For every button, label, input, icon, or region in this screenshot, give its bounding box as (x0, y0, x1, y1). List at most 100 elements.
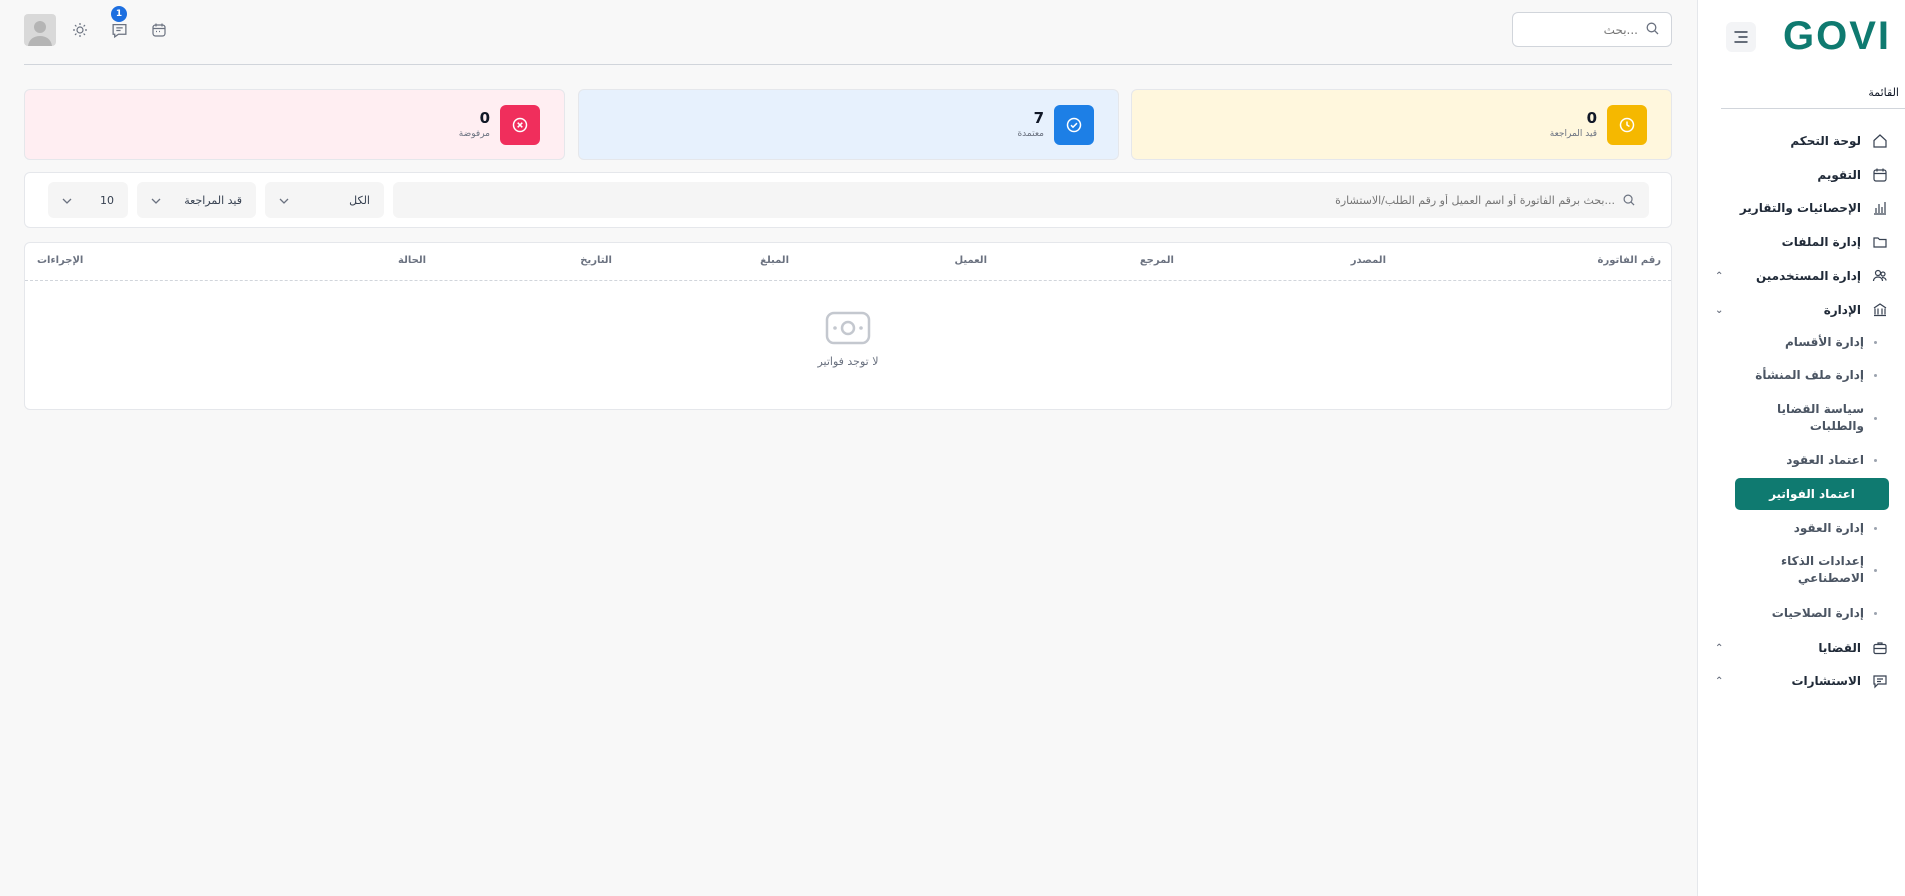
sidebar-item-label: إدارة الملفات (1781, 235, 1861, 249)
sub-item-invoices-approval[interactable]: اعتماد الفواتير (1735, 478, 1889, 510)
sidebar-item-calendar[interactable]: التقويم (1715, 164, 1889, 186)
sub-item-contracts-management[interactable]: إدارة العقود (1727, 520, 1877, 537)
stat-value: 0 (1586, 108, 1597, 127)
stat-label: معتمدة (1017, 128, 1044, 139)
sub-item-permissions[interactable]: إدارة الصلاحيات (1727, 605, 1877, 622)
column-header[interactable]: المصدر (1351, 255, 1386, 266)
page-size-select[interactable]: 10 (48, 182, 128, 218)
calendar-icon (1871, 166, 1889, 184)
status-filter-select[interactable]: قيد المراجعة (137, 182, 256, 218)
table-header: رقم الفاتورة المصدر المرجع العميل المبلغ… (25, 243, 1671, 281)
menu-heading: القائمة (1868, 86, 1899, 99)
bullet-dot (1874, 568, 1877, 572)
menu-collapse-icon (1734, 31, 1748, 43)
stat-label: قيد المراجعة (1549, 128, 1597, 139)
sub-item-label: اعتماد العقود (1786, 453, 1864, 467)
type-filter-select[interactable]: الكل (265, 182, 384, 218)
briefcase-icon (1871, 639, 1889, 657)
column-header[interactable]: التاريخ (580, 255, 612, 266)
sun-icon (73, 23, 87, 37)
notifications-button[interactable] (109, 20, 129, 40)
users-icon (1871, 267, 1889, 285)
stat-value: 7 (1033, 108, 1044, 127)
column-header[interactable]: المرجع (1140, 255, 1174, 266)
column-header[interactable]: العميل (954, 255, 987, 266)
sub-item-departments[interactable]: إدارة الأقسام (1727, 334, 1877, 351)
invoices-table: رقم الفاتورة المصدر المرجع العميل المبلغ… (24, 242, 1672, 410)
calendar-button[interactable] (149, 20, 169, 40)
empty-state: لا توجد فواتير (25, 311, 1671, 368)
sub-item-cases-policy[interactable]: سياسة القضايا والطلبات (1767, 401, 1877, 435)
sidebar-item-consultations[interactable]: الاستشارات ⌃ (1715, 670, 1889, 692)
search-icon (1646, 20, 1659, 39)
bullet-dot (1874, 527, 1877, 530)
sidebar-item-label: الإحصائيات والتقارير (1739, 201, 1861, 215)
sidebar-collapse-button[interactable] (1726, 22, 1756, 52)
sidebar: GOVI القائمة لوحة التحكم التقويم الإحصائ… (1697, 0, 1905, 896)
column-header[interactable]: الحالة (398, 255, 426, 266)
header-search-input[interactable] (1528, 22, 1638, 37)
sub-item-establishment-profile[interactable]: إدارة ملف المنشأة (1727, 367, 1877, 384)
sidebar-item-cases[interactable]: القضايا ⌃ (1715, 637, 1889, 659)
user-avatar-icon (28, 21, 52, 46)
theme-toggle-button[interactable] (70, 20, 90, 40)
chevron-up-icon: ⌃ (1715, 270, 1724, 282)
chevron-down-icon (62, 194, 72, 207)
stat-label: مرفوضة (458, 128, 490, 139)
filter-bar: الكل قيد المراجعة 10 (24, 172, 1672, 228)
folder-icon (1871, 233, 1889, 251)
govi-logo[interactable]: GOVI (1783, 14, 1891, 59)
sub-item-ai-settings[interactable]: إعدادات الذكاء الاصطناعي (1777, 553, 1877, 587)
invoice-search[interactable] (393, 182, 1649, 218)
empty-message: لا توجد فواتير (817, 355, 879, 368)
header-search[interactable] (1512, 12, 1672, 47)
invoice-search-input[interactable] (407, 193, 1615, 207)
select-value: قيد المراجعة (184, 193, 242, 207)
banknote-icon (825, 311, 871, 345)
column-header: الإجراءات (37, 255, 84, 266)
sidebar-item-statistics[interactable]: الإحصائيات والتقارير (1715, 197, 1889, 219)
stat-card-rejected: 0 مرفوضة (24, 89, 565, 160)
sub-item-label: إدارة الصلاحيات (1771, 606, 1864, 620)
stat-card-approved: 7 معتمدة (578, 89, 1119, 160)
select-value: 10 (100, 193, 114, 207)
search-icon (1623, 191, 1635, 210)
chat-icon (1871, 672, 1889, 690)
notification-badge: 1 (111, 6, 127, 22)
sub-item-label: سياسة القضايا والطلبات (1776, 402, 1864, 433)
sub-item-label: إدارة العقود (1793, 521, 1864, 535)
sub-item-label: إدارة ملف المنشأة (1755, 368, 1864, 382)
menu-divider (1721, 108, 1905, 109)
calendar-icon (152, 23, 166, 37)
sidebar-item-label: القضايا (1818, 641, 1861, 655)
sidebar-item-users[interactable]: إدارة المستخدمين ⌃ (1715, 265, 1889, 287)
bullet-dot (1874, 416, 1877, 420)
chevron-down-icon: ⌄ (1715, 304, 1724, 316)
bullet-dot (1874, 374, 1877, 377)
sidebar-item-label: إدارة المستخدمين (1755, 269, 1861, 283)
clock-icon (1607, 104, 1647, 145)
sidebar-item-label: التقويم (1817, 168, 1861, 182)
sidebar-item-files[interactable]: إدارة الملفات (1715, 231, 1889, 253)
sub-item-contracts-approval[interactable]: اعتماد العقود (1727, 452, 1877, 469)
sub-item-label: اعتماد الفواتير (1769, 486, 1855, 501)
home-icon (1871, 132, 1889, 150)
header-divider (24, 64, 1672, 65)
sidebar-item-dashboard[interactable]: لوحة التحكم (1715, 130, 1889, 152)
bullet-dot (1874, 459, 1877, 462)
stat-value: 0 (479, 108, 490, 127)
avatar[interactable] (24, 14, 56, 46)
select-value: الكل (349, 193, 370, 207)
chevron-up-icon: ⌃ (1715, 642, 1724, 654)
sidebar-item-administration[interactable]: الإدارة ⌄ (1715, 299, 1889, 321)
sidebar-item-label: الإدارة (1823, 303, 1861, 317)
chevron-down-icon (151, 194, 161, 207)
column-header[interactable]: رقم الفاتورة (1598, 255, 1661, 266)
bar-chart-icon (1871, 199, 1889, 217)
sub-item-label: إدارة الأقسام (1785, 335, 1864, 349)
column-header[interactable]: المبلغ (760, 255, 789, 266)
sidebar-item-label: الاستشارات (1791, 674, 1861, 688)
stat-card-pending: 0 قيد المراجعة (1131, 89, 1672, 160)
sidebar-item-label: لوحة التحكم (1790, 134, 1861, 148)
bullet-dot (1874, 612, 1877, 615)
